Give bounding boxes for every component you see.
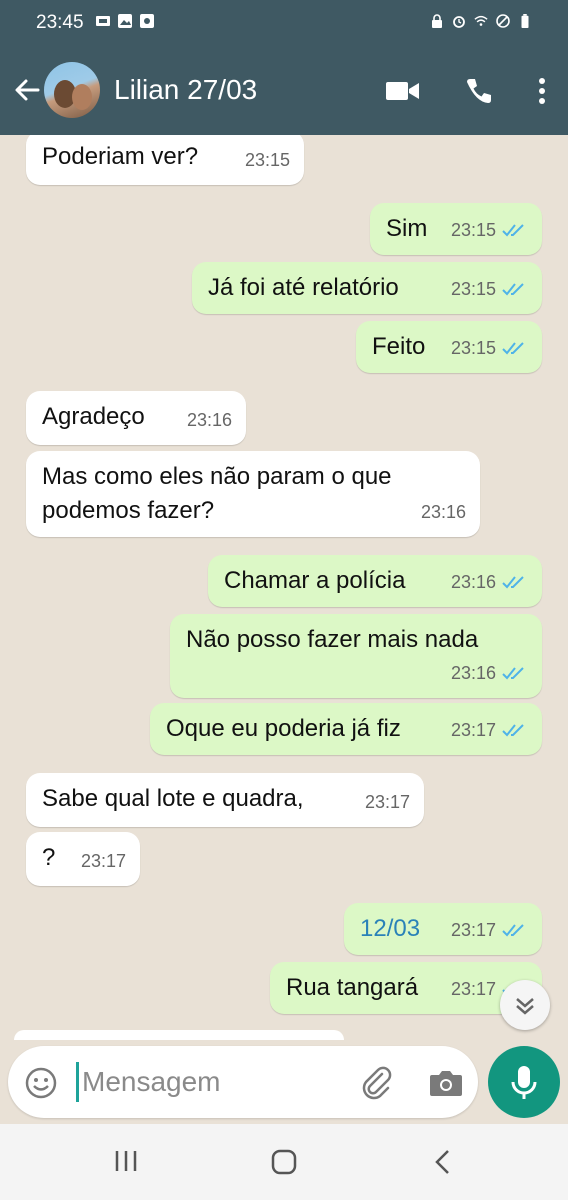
message-text: Poderiam ver? bbox=[42, 143, 199, 170]
lock-icon bbox=[432, 14, 442, 28]
message-outgoing[interactable]: Chamar a polícia 23:16 bbox=[208, 555, 542, 607]
message-text: ? bbox=[42, 844, 56, 871]
message-time: 23:16 bbox=[186, 410, 232, 430]
message-time: 23:17 bbox=[450, 979, 496, 999]
double-chevron-down-icon bbox=[516, 998, 534, 1015]
system-back-icon[interactable] bbox=[432, 1148, 454, 1176]
message-time: 23:15 bbox=[450, 338, 496, 358]
status-time: 23:45 bbox=[36, 12, 84, 33]
message-incoming[interactable]: Mas como eles não param o que podemos fa… bbox=[26, 451, 480, 537]
recent-apps-icon[interactable] bbox=[113, 1148, 139, 1174]
message-outgoing[interactable]: Sim 23:15 bbox=[370, 203, 542, 255]
do-not-disturb-icon bbox=[496, 14, 510, 28]
message-incoming[interactable]: ? 23:17 bbox=[26, 832, 140, 886]
message-outgoing[interactable]: Oque eu poderia já fiz 23:17 bbox=[150, 703, 542, 755]
message-text: Não posso fazer mais nada bbox=[186, 626, 479, 653]
message-time: 23:15 bbox=[244, 150, 290, 170]
message-text: Já foi até relatório bbox=[208, 274, 399, 301]
message-outgoing[interactable]: 12/03 23:17 bbox=[344, 903, 542, 955]
message-text: Oque eu poderia já fiz bbox=[166, 715, 401, 742]
message-time: 23:15 bbox=[450, 220, 496, 240]
message-text: Sim bbox=[386, 215, 428, 242]
message-incoming[interactable]: Sabe qual lote e quadra, 23:17 bbox=[26, 773, 424, 827]
message-list[interactable]: Poderiam ver? 23:15 Sim 23:15 Já foi até… bbox=[0, 135, 568, 1040]
partial-message-bubble bbox=[14, 1030, 344, 1040]
message-text: Agradeço bbox=[42, 403, 145, 430]
message-time: 23:15 bbox=[450, 279, 496, 299]
camera-icon[interactable] bbox=[428, 1066, 464, 1100]
camera-notification-icon bbox=[140, 14, 154, 28]
home-icon[interactable] bbox=[270, 1148, 298, 1176]
message-text: Mas como eles não param o que podemos fa… bbox=[42, 463, 392, 524]
read-receipt-icon bbox=[502, 283, 524, 296]
message-time: 23:16 bbox=[420, 502, 466, 522]
attach-icon[interactable] bbox=[358, 1064, 394, 1100]
read-receipt-icon bbox=[502, 667, 524, 680]
composer-box bbox=[8, 1046, 478, 1118]
read-receipt-icon bbox=[502, 224, 524, 237]
back-arrow-icon[interactable] bbox=[12, 75, 42, 105]
message-incoming[interactable]: Poderiam ver? 23:15 bbox=[26, 135, 304, 185]
gallery-icon bbox=[118, 14, 132, 28]
status-bar: 23:45 bbox=[0, 0, 568, 48]
message-incoming[interactable]: Agradeço 23:16 bbox=[26, 391, 246, 445]
message-time: 23:16 bbox=[450, 572, 496, 592]
message-outgoing[interactable]: Feito 23:15 bbox=[356, 321, 542, 373]
message-text-date-link[interactable]: 12/03 bbox=[360, 912, 420, 946]
message-time: 23:17 bbox=[450, 920, 496, 940]
wifi-icon bbox=[474, 15, 488, 26]
sim-icon bbox=[96, 16, 110, 26]
contact-name[interactable]: Lilian 27/03 bbox=[114, 74, 257, 106]
microphone-icon bbox=[511, 1066, 537, 1099]
message-text: Chamar a polícia bbox=[224, 567, 406, 594]
contact-avatar[interactable] bbox=[44, 62, 100, 118]
message-time: 23:17 bbox=[450, 720, 496, 740]
chat-header: Lilian 27/03 bbox=[0, 48, 568, 135]
message-text: Feito bbox=[372, 333, 426, 360]
read-receipt-icon bbox=[502, 576, 524, 589]
message-outgoing[interactable]: Não posso fazer mais nada 23:16 bbox=[170, 614, 542, 698]
message-outgoing[interactable]: Já foi até relatório 23:15 bbox=[192, 262, 542, 314]
message-text: Sabe qual lote e quadra, bbox=[42, 785, 304, 812]
scroll-to-bottom-button[interactable] bbox=[500, 980, 550, 1030]
message-time: 23:16 bbox=[450, 663, 496, 683]
more-options-icon[interactable] bbox=[538, 77, 546, 105]
read-receipt-icon bbox=[502, 342, 524, 355]
alarm-icon bbox=[453, 16, 465, 28]
battery-icon bbox=[521, 14, 529, 28]
system-navigation-bar bbox=[0, 1124, 568, 1200]
video-call-icon[interactable] bbox=[386, 79, 420, 103]
text-caret bbox=[76, 1062, 79, 1102]
composer-row bbox=[0, 1040, 568, 1124]
voice-message-button[interactable] bbox=[488, 1046, 560, 1118]
message-text: Rua tangará bbox=[286, 974, 419, 1001]
voice-call-icon[interactable] bbox=[464, 76, 494, 106]
read-receipt-icon bbox=[502, 924, 524, 937]
message-input[interactable] bbox=[82, 1060, 342, 1104]
emoji-icon[interactable] bbox=[24, 1066, 58, 1100]
message-time: 23:17 bbox=[80, 851, 126, 871]
read-receipt-icon bbox=[502, 724, 524, 737]
message-time: 23:17 bbox=[364, 792, 410, 812]
